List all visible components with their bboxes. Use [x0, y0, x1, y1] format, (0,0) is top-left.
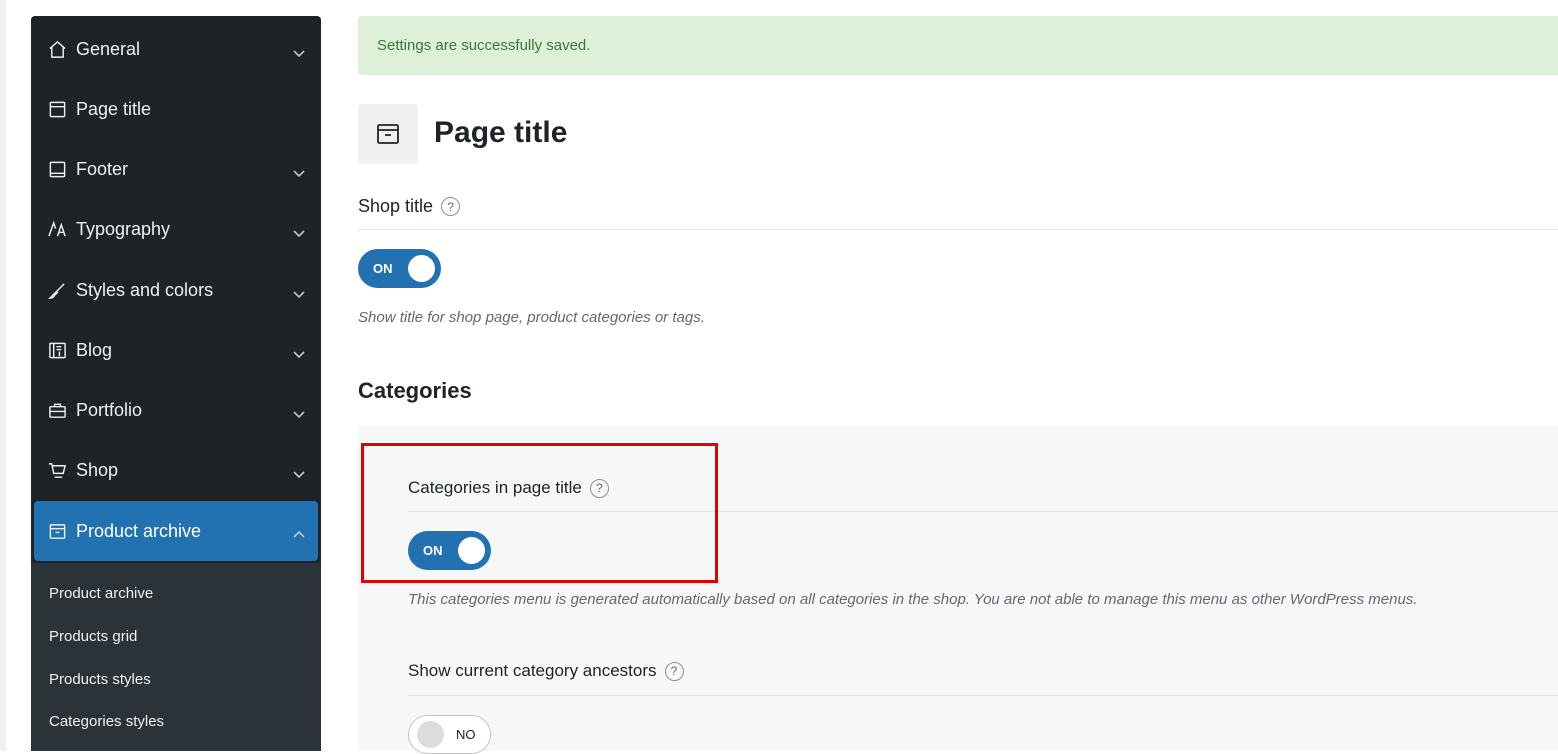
settings-sidebar: General Page title Footer Typography Sty…: [31, 16, 321, 751]
success-notice: Settings are successfully saved.: [358, 16, 1558, 75]
settings-main: Settings are successfully saved. Page ti…: [358, 0, 1558, 754]
sidebar-item-label: Product archive: [76, 520, 202, 541]
chevron-down-icon: [293, 284, 305, 299]
sidebar-item-label: Portfolio: [76, 399, 143, 420]
categories-in-page-title-description: This categories menu is generated automa…: [408, 591, 1418, 608]
toggle-knob: [417, 721, 444, 748]
sidebar-item-page-title[interactable]: Page title: [31, 79, 321, 139]
categories-in-page-title-label: Categories in page title ?: [408, 478, 609, 498]
divider: [358, 229, 1558, 230]
sidebar-item-general[interactable]: General: [31, 19, 321, 79]
sidebar-item-label: Styles and colors: [76, 279, 214, 300]
archive-icon: [47, 521, 67, 541]
sidebar-item-label: General: [76, 38, 141, 59]
sidebar-item-label: Footer: [76, 158, 129, 179]
sidebar-item-portfolio[interactable]: Portfolio: [31, 380, 321, 440]
blog-icon: [47, 340, 67, 360]
help-icon[interactable]: ?: [589, 478, 609, 498]
chevron-down-icon: [293, 43, 305, 58]
sidebar-item-product-archive[interactable]: Product archive: [34, 501, 318, 561]
typography-icon: [47, 219, 67, 239]
page-title: Page title: [434, 116, 568, 149]
chevron-down-icon: [293, 464, 305, 479]
shop-title-toggle[interactable]: ON: [358, 249, 441, 288]
left-strip: [0, 0, 6, 751]
shop-title-label: Shop title ?: [358, 196, 461, 217]
shop-title-description: Show title for shop page, product catego…: [358, 309, 705, 326]
brush-icon: [47, 280, 67, 300]
show-ancestors-label: Show current category ancestors ?: [408, 661, 684, 681]
sidebar-item-styles-and-colors[interactable]: Styles and colors: [31, 260, 321, 320]
show-ancestors-toggle[interactable]: NO: [408, 715, 491, 754]
help-icon[interactable]: ?: [664, 661, 684, 681]
submenu-item-products-grid[interactable]: Products grid: [49, 628, 137, 645]
divider: [408, 511, 1558, 512]
divider: [408, 695, 1558, 696]
categories-in-page-title-toggle[interactable]: ON: [408, 531, 491, 570]
chevron-down-icon: [293, 344, 305, 359]
notice-text: Settings are successfully saved.: [377, 37, 591, 54]
sidebar-item-label: Typography: [76, 218, 171, 239]
sidebar-item-label: Blog: [76, 339, 113, 360]
chevron-up-icon: [293, 525, 305, 538]
submenu-item-categories-styles[interactable]: Categories styles: [49, 713, 164, 730]
sidebar-item-typography[interactable]: Typography: [31, 199, 321, 259]
categories-section-title: Categories: [358, 378, 472, 403]
sidebar-item-footer[interactable]: Footer: [31, 139, 321, 199]
submenu-item-products-styles[interactable]: Products styles: [49, 671, 151, 688]
chevron-down-icon: [293, 163, 305, 178]
chevron-down-icon: [293, 223, 305, 238]
footer-icon: [47, 159, 67, 179]
sidebar-item-blog[interactable]: Blog: [31, 320, 321, 380]
sidebar-item-label: Shop: [76, 459, 119, 480]
briefcase-icon: [47, 400, 67, 420]
home-icon: [47, 39, 67, 59]
cart-icon: [47, 460, 67, 480]
help-icon[interactable]: ?: [441, 197, 461, 216]
toggle-knob: [408, 255, 435, 282]
product-archive-submenu: Product archive Products grid Products s…: [31, 563, 321, 751]
submenu-item-product-archive[interactable]: Product archive: [49, 585, 153, 602]
categories-panel: Categories in page title ? ON This categ…: [358, 426, 1558, 754]
toggle-knob: [458, 537, 485, 564]
sidebar-item-shop[interactable]: Shop: [31, 440, 321, 500]
sidebar-item-label: Page title: [76, 98, 152, 119]
archive-icon: [358, 104, 418, 164]
window-icon: [47, 99, 67, 119]
chevron-down-icon: [293, 404, 305, 419]
